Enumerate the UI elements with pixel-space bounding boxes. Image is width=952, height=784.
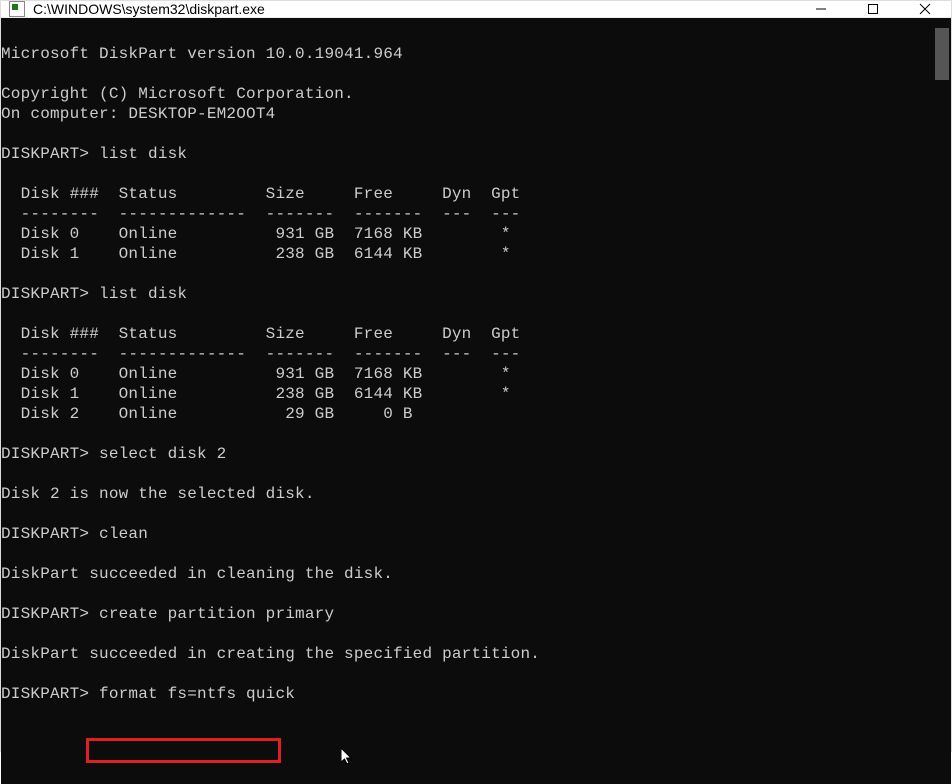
titlebar[interactable]: C:\WINDOWS\system32\diskpart.exe [1,1,951,18]
status-text: DiskPart succeeded in cleaning the disk. [1,564,933,584]
terminal-output[interactable]: Microsoft DiskPart version 10.0.19041.96… [1,18,933,784]
close-button[interactable] [899,1,951,17]
app-icon [9,1,25,17]
command-text: select disk 2 [89,445,226,463]
prompt-label: DISKPART> [1,285,89,303]
prompt-label: DISKPART> [1,605,89,623]
command-text: list disk [89,285,187,303]
scrollbar-thumb[interactable] [935,28,949,80]
minimize-button[interactable] [795,1,847,17]
table-divider: -------- ------------- ------- ------- -… [1,344,933,364]
cursor-icon [341,748,357,768]
table-header: Disk ### Status Size Free Dyn Gpt [1,184,933,204]
table-row: Disk 1 Online 238 GB 6144 KB * [1,244,933,264]
prompt-line: DISKPART> list disk [1,144,933,164]
window: C:\WINDOWS\system32\diskpart.exe Microso… [0,0,952,752]
prompt-label: DISKPART> [1,145,89,163]
prompt-line: DISKPART> clean [1,524,933,544]
command-text: format fs=ntfs quick [89,685,295,703]
prompt-label: DISKPART> [1,525,89,543]
window-controls [795,1,951,17]
version-text: Microsoft DiskPart version 10.0.19041.96… [1,44,933,64]
table-row: Disk 0 Online 931 GB 7168 KB * [1,364,933,384]
terminal-area: Microsoft DiskPart version 10.0.19041.96… [1,18,951,784]
status-text: Disk 2 is now the selected disk. [1,484,933,504]
computer-text: On computer: DESKTOP-EM2OOT4 [1,104,933,124]
table-row: Disk 2 Online 29 GB 0 B [1,404,933,424]
prompt-line: DISKPART> list disk [1,284,933,304]
window-title: C:\WINDOWS\system32\diskpart.exe [33,1,795,17]
prompt-label: DISKPART> [1,685,89,703]
command-text: create partition primary [89,605,334,623]
copyright-text: Copyright (C) Microsoft Corporation. [1,84,933,104]
prompt-line: DISKPART> format fs=ntfs quick [1,684,933,704]
prompt-line: DISKPART> create partition primary [1,604,933,624]
prompt-label: DISKPART> [1,445,89,463]
table-row: Disk 0 Online 931 GB 7168 KB * [1,224,933,244]
maximize-button[interactable] [847,1,899,17]
scrollbar[interactable] [933,18,951,784]
prompt-line: DISKPART> select disk 2 [1,444,933,464]
table-header: Disk ### Status Size Free Dyn Gpt [1,324,933,344]
highlight-annotation [86,738,281,763]
status-text: DiskPart succeeded in creating the speci… [1,644,933,664]
command-text: list disk [89,145,187,163]
table-divider: -------- ------------- ------- ------- -… [1,204,933,224]
command-text: clean [89,525,148,543]
table-row: Disk 1 Online 238 GB 6144 KB * [1,384,933,404]
